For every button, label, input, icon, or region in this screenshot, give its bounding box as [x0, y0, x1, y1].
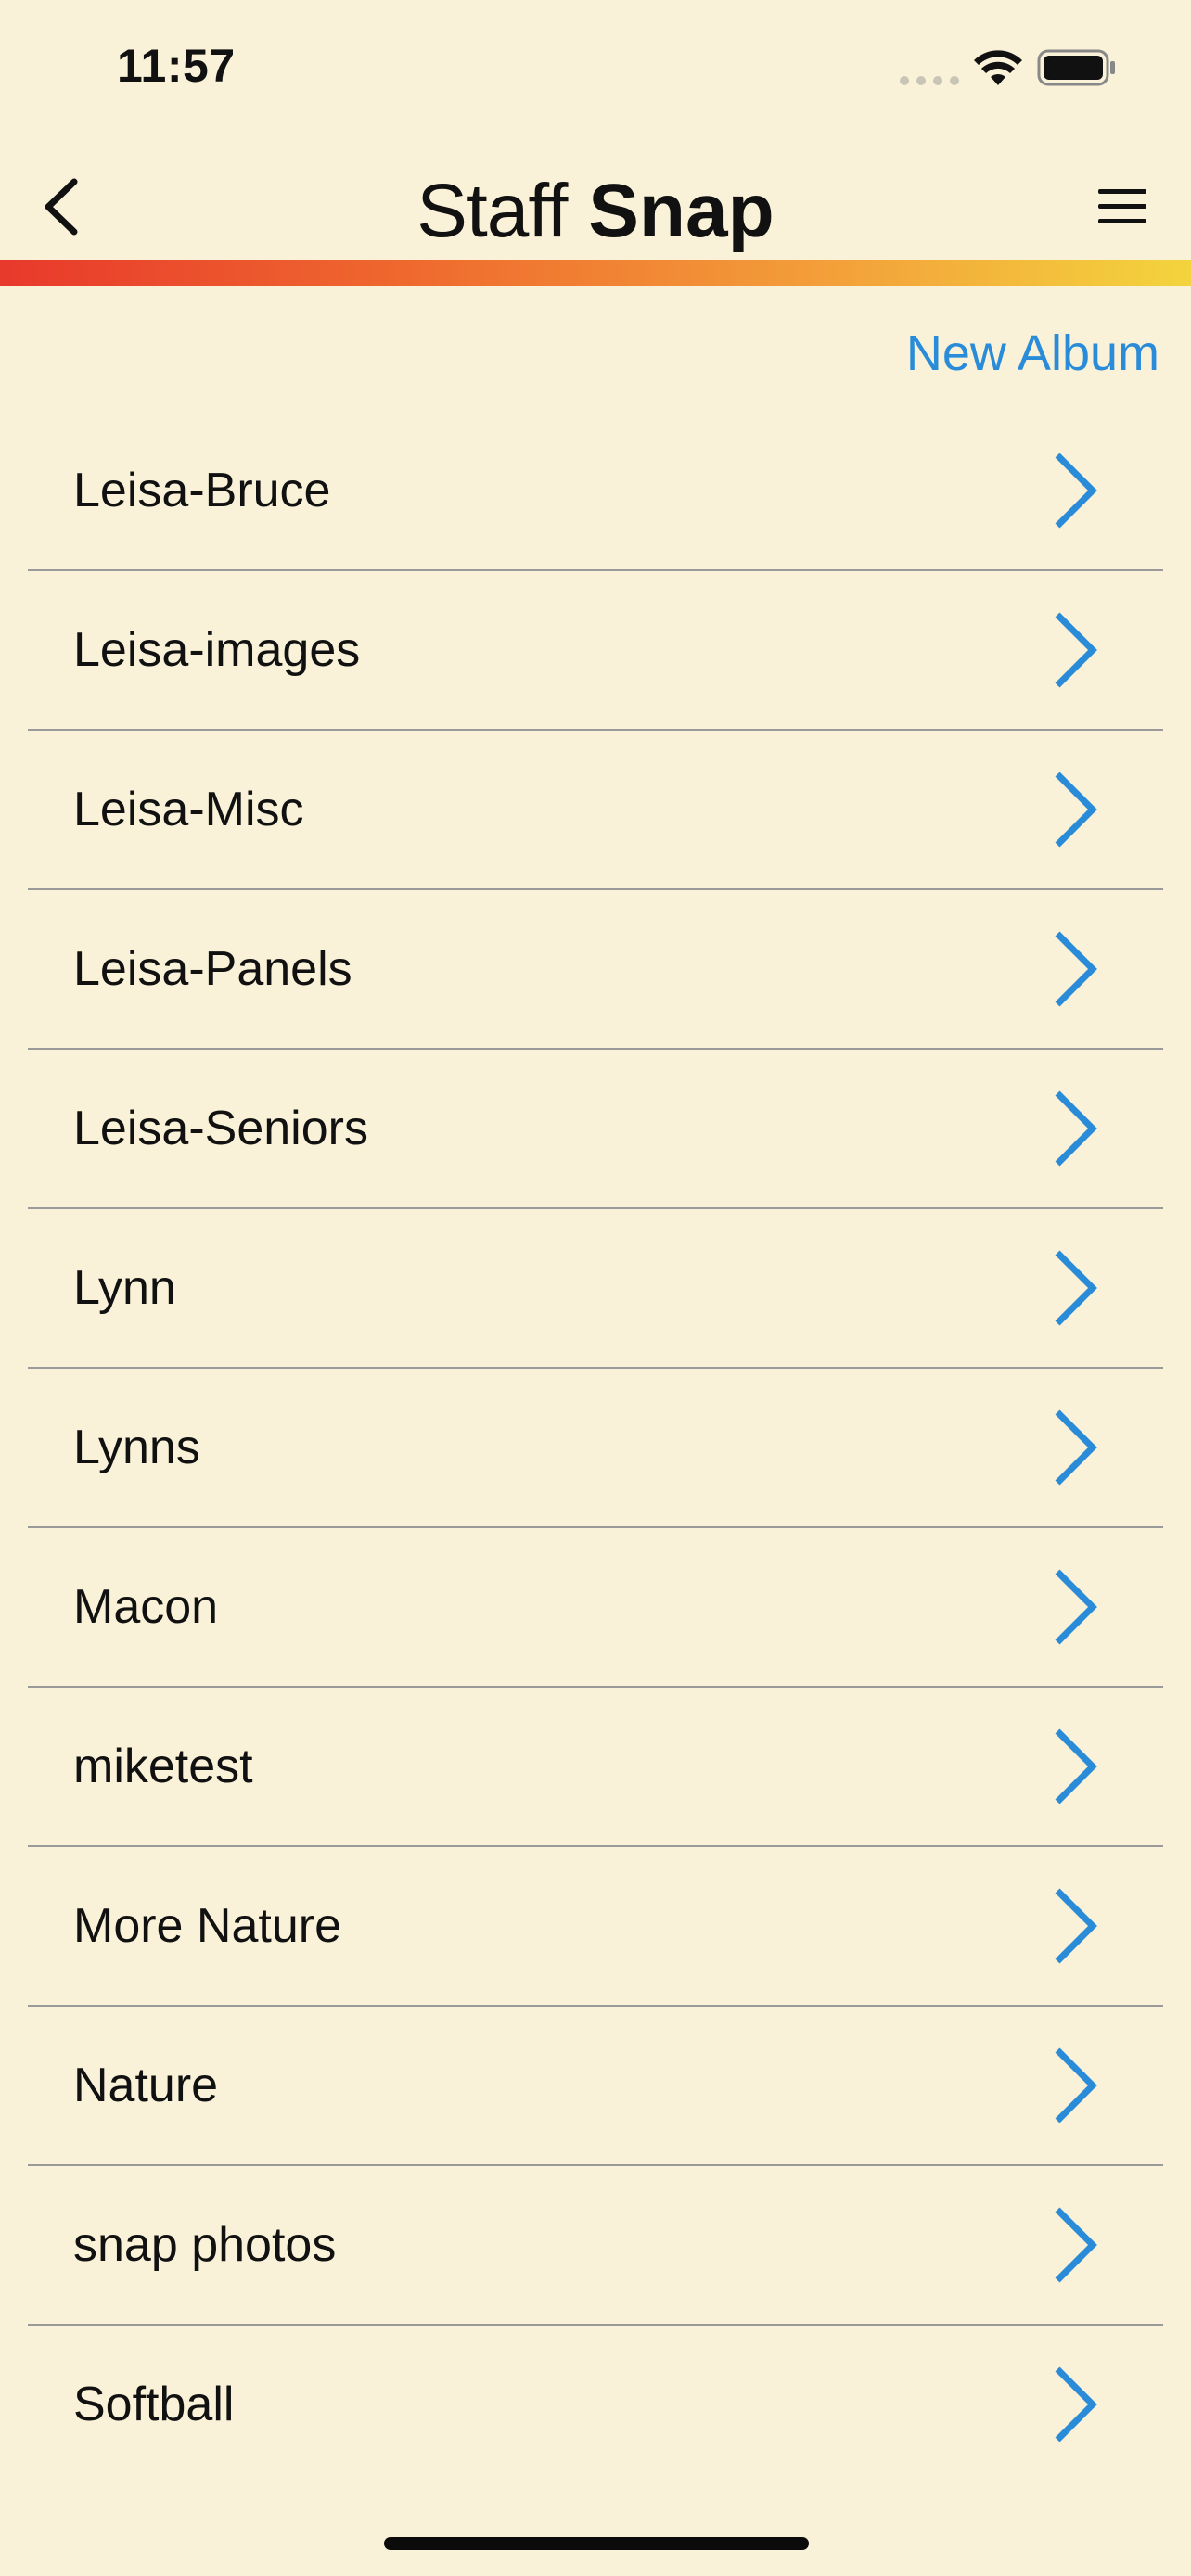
chevron-right-icon — [1055, 612, 1097, 688]
album-list-item[interactable]: Leisa-Seniors — [28, 1050, 1163, 1209]
chevron-right-icon — [1055, 772, 1097, 848]
hamburger-menu-icon[interactable] — [1093, 185, 1148, 228]
album-label: Leisa-images — [73, 623, 361, 677]
nav-bar: Staff Snap — [0, 139, 1191, 260]
album-label: miketest — [73, 1740, 253, 1793]
album-label: Softball — [73, 2378, 235, 2431]
chevron-right-icon — [1055, 453, 1097, 529]
chevron-right-icon — [1055, 2366, 1097, 2442]
album-list-item[interactable]: miketest — [28, 1688, 1163, 1847]
album-label: Leisa-Bruce — [73, 464, 331, 517]
album-list-item[interactable]: More Nature — [28, 1847, 1163, 2007]
album-label: snap photos — [73, 2218, 337, 2272]
chevron-right-icon — [1055, 1888, 1097, 1964]
status-time: 11:57 — [117, 40, 236, 92]
album-label: Leisa-Misc — [73, 783, 304, 836]
wifi-icon — [974, 50, 1022, 85]
album-label: More Nature — [73, 1899, 341, 1953]
album-label: Leisa-Seniors — [73, 1102, 368, 1155]
new-album-button[interactable]: New Album — [906, 325, 1159, 382]
chevron-right-icon — [1055, 1090, 1097, 1167]
home-indicator — [384, 2537, 809, 2550]
album-label: Nature — [73, 2059, 219, 2112]
album-label: Lynn — [73, 1261, 176, 1315]
chevron-right-icon — [1055, 2207, 1097, 2283]
album-list-item[interactable]: Leisa-Panels — [28, 890, 1163, 1050]
app-title-bold: Snap — [588, 169, 775, 253]
album-list-item[interactable]: Leisa-Bruce — [28, 412, 1163, 571]
album-list-item[interactable]: Macon — [28, 1528, 1163, 1688]
album-list-item[interactable]: Lynns — [28, 1369, 1163, 1528]
chevron-right-icon — [1055, 1569, 1097, 1645]
album-label: Macon — [73, 1580, 219, 1634]
album-list: Leisa-Bruce Leisa-images Leisa-Misc Leisa-P… — [28, 412, 1163, 2483]
signal-dots-icon — [900, 76, 959, 85]
album-list-item[interactable]: Leisa-Misc — [28, 731, 1163, 890]
chevron-right-icon — [1055, 1728, 1097, 1804]
chevron-right-icon — [1055, 2047, 1097, 2123]
header-gradient-bar — [0, 260, 1191, 286]
album-label: Leisa-Panels — [73, 942, 352, 996]
battery-icon — [1037, 49, 1115, 86]
album-list-item[interactable]: snap photos — [28, 2166, 1163, 2326]
chevron-right-icon — [1055, 931, 1097, 1007]
app-title: Staff Snap — [0, 165, 1191, 258]
album-list-item[interactable]: Leisa-images — [28, 571, 1163, 731]
album-list-item[interactable]: Nature — [28, 2007, 1163, 2166]
chevron-right-icon — [1055, 1409, 1097, 1486]
album-label: Lynns — [73, 1421, 200, 1474]
album-list-item[interactable]: Lynn — [28, 1209, 1163, 1369]
status-bar: 11:57 — [0, 0, 1191, 139]
app-title-light: Staff — [416, 169, 568, 253]
album-list-item[interactable]: Softball — [28, 2326, 1163, 2483]
chevron-right-icon — [1055, 1250, 1097, 1326]
